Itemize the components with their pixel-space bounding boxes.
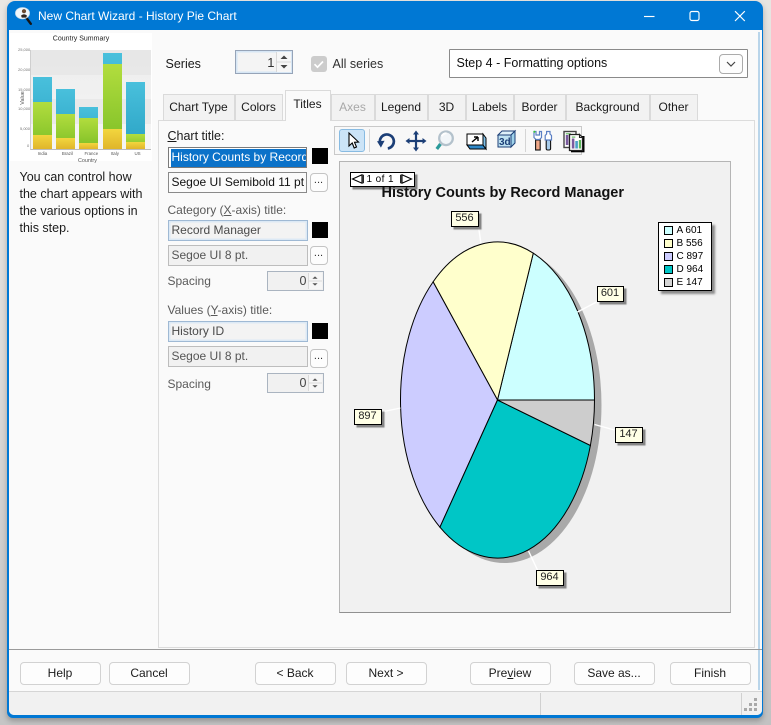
svg-text:3d: 3d: [499, 137, 511, 148]
